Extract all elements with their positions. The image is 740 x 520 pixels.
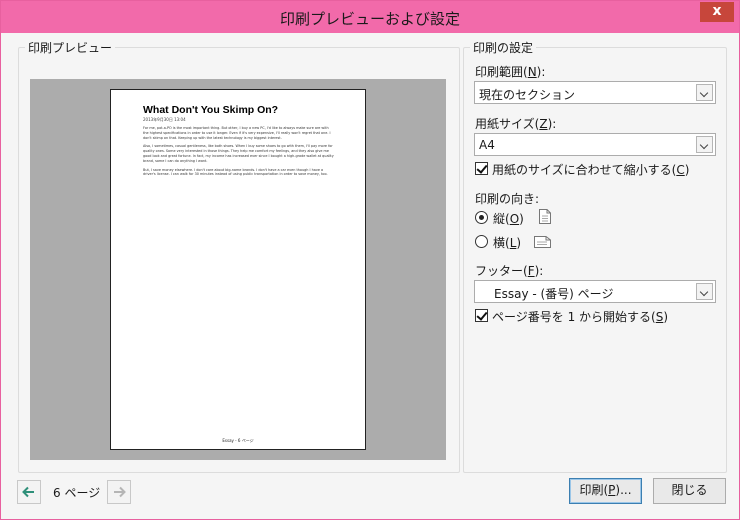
landscape-label[interactable]: 横(L) <box>493 234 521 251</box>
shrink-to-fit-label[interactable]: 用紙のサイズに合わせて縮小する(C) <box>492 161 689 178</box>
preview-page: What Don't You Skimp On? 2013年9月30日 13:0… <box>110 89 366 450</box>
settings-group: 印刷の設定 <box>463 39 727 473</box>
preview-group-label: 印刷プレビュー <box>28 41 113 55</box>
close-button[interactable]: 閉じる <box>653 478 726 504</box>
page-count-label: 6 ページ <box>53 486 101 500</box>
start-page-one-label[interactable]: ページ番号を 1 から開始する(S) <box>492 308 668 325</box>
print-preview-window: 印刷プレビューおよび設定 x 印刷プレビュー What Don't You Sk… <box>0 0 740 520</box>
window-title: 印刷プレビューおよび設定 <box>279 10 460 28</box>
print-range-select[interactable]: 現在のセクション <box>474 81 716 104</box>
landscape-page-icon <box>534 236 551 248</box>
shrink-to-fit-checkbox[interactable] <box>475 162 488 175</box>
page-date: 2013年9月30日 13:04 <box>143 117 186 122</box>
paper-size-value: A4 <box>479 138 495 152</box>
portrait-page-icon <box>539 209 551 224</box>
preview-group: 印刷プレビュー What Don't You Skimp On? 2013年9月… <box>18 39 460 473</box>
arrow-left-icon <box>22 486 34 498</box>
page-paragraph: Also, I sometimes, casual gentleness, li… <box>143 144 334 163</box>
chevron-down-icon[interactable] <box>696 136 713 153</box>
close-window-button[interactable]: x <box>700 2 734 22</box>
arrow-right-icon <box>114 486 126 498</box>
page-paragraph: But, I save money elsewhere. I don't car… <box>143 167 328 177</box>
previous-page-button[interactable] <box>17 480 41 504</box>
page-body: For me, pot-a-PO is the most important t… <box>143 126 335 181</box>
settings-group-label: 印刷の設定 <box>473 41 534 55</box>
page-footer: Essay - 6 ページ <box>222 438 254 443</box>
portrait-label[interactable]: 縦(O) <box>493 210 524 227</box>
next-page-button[interactable] <box>107 480 131 504</box>
page-title: What Don't You Skimp On? <box>143 104 279 116</box>
print-range-value: 現在のセクション <box>479 88 576 102</box>
paper-size-label: 用紙サイズ(Z): <box>475 117 557 131</box>
print-range-label: 印刷範囲(N): <box>475 65 546 79</box>
dialog-body: 印刷プレビュー What Don't You Skimp On? 2013年9月… <box>8 33 732 513</box>
footer-select[interactable]: Essay - (番号) ページ <box>474 280 716 303</box>
chevron-down-icon[interactable] <box>696 84 713 101</box>
preview-area[interactable]: What Don't You Skimp On? 2013年9月30日 13:0… <box>30 79 446 460</box>
chevron-down-icon[interactable] <box>696 283 713 300</box>
footer-label: フッター(F): <box>475 264 544 278</box>
landscape-radio[interactable] <box>475 235 488 248</box>
title-bar[interactable]: 印刷プレビューおよび設定 x <box>1 1 739 33</box>
portrait-radio[interactable] <box>475 211 488 224</box>
page-paragraph: For me, pot-a-PO is the most important t… <box>143 126 331 140</box>
print-button[interactable]: 印刷(P)... <box>569 478 642 504</box>
paper-size-select[interactable]: A4 <box>474 133 716 156</box>
footer-value: Essay - (番号) ページ <box>494 287 614 301</box>
start-page-one-checkbox[interactable] <box>475 309 488 322</box>
orientation-label: 印刷の向き: <box>475 192 540 206</box>
